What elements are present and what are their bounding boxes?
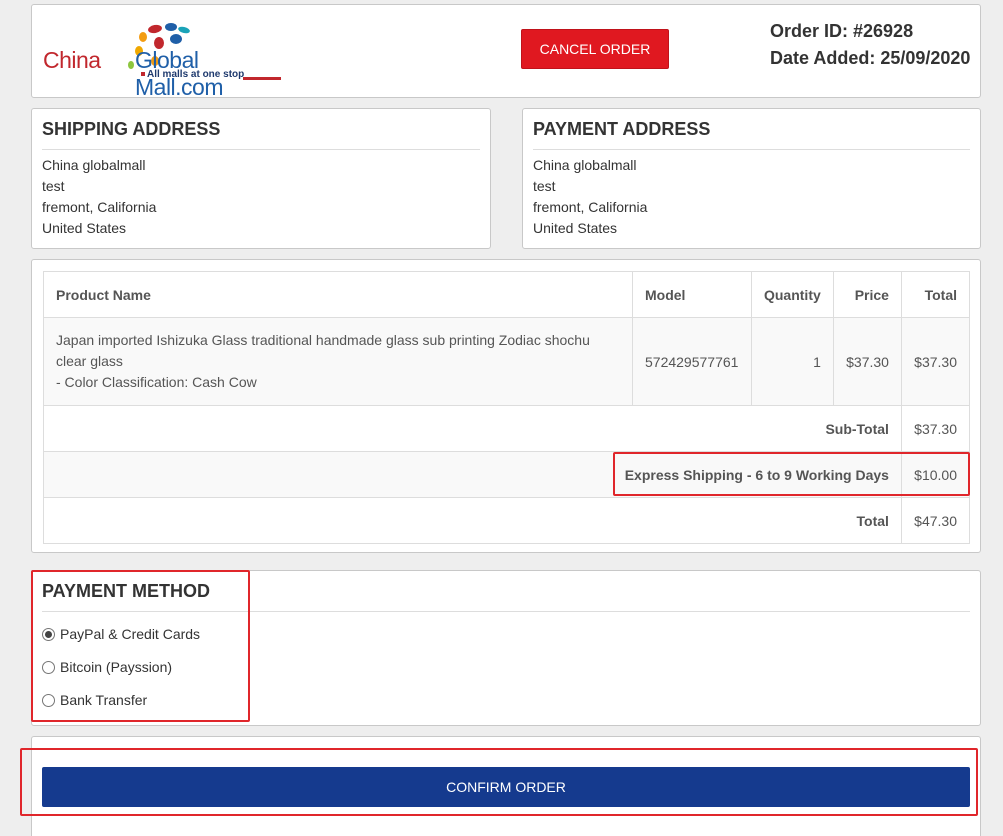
product-price: $37.30 bbox=[832, 317, 902, 406]
payment-method-title: PAYMENT METHOD bbox=[42, 581, 970, 612]
col-total: Total bbox=[900, 271, 971, 318]
shipping-row: Express Shipping - 6 to 9 Working Days $… bbox=[43, 451, 971, 498]
payment-address-line: fremont, California bbox=[533, 199, 648, 215]
shipping-address-lines: China globalmall test fremont, Californi… bbox=[42, 155, 156, 239]
product-quantity: 1 bbox=[750, 317, 834, 406]
order-header: China Global Mall.com All malls at one s… bbox=[31, 4, 981, 100]
payment-address-title: PAYMENT ADDRESS bbox=[533, 119, 970, 150]
order-info: Order ID: #26928 Date Added: 25/09/2020 bbox=[770, 18, 970, 72]
shipping-value: $10.00 bbox=[900, 451, 971, 498]
logo-tagline: All malls at one stop bbox=[141, 69, 244, 80]
payment-address-line: test bbox=[533, 178, 556, 194]
paypal-radio[interactable] bbox=[42, 627, 55, 641]
product-name-cell: Japan imported Ishizuka Glass traditiona… bbox=[43, 317, 633, 406]
date-added: Date Added: 25/09/2020 bbox=[770, 48, 971, 68]
table-header-row: Product Name Model Quantity Price Total bbox=[43, 271, 971, 318]
payment-method-box: PAYMENT METHOD PayPal & Credit Cards Bit… bbox=[31, 570, 981, 726]
col-model: Model bbox=[632, 271, 752, 318]
payment-option-bank-transfer[interactable]: Bank Transfer bbox=[42, 692, 147, 708]
payment-option-label: Bitcoin (Payssion) bbox=[60, 659, 173, 675]
shipping-address-line: United States bbox=[42, 220, 127, 236]
payment-address-lines: China globalmall test fremont, Californi… bbox=[533, 155, 647, 239]
shipping-address-line: test bbox=[42, 178, 65, 194]
shipping-label: Express Shipping - 6 to 9 Working Days bbox=[43, 451, 902, 498]
total-value: $47.30 bbox=[900, 497, 971, 544]
china-global-mall-logo[interactable]: China Global Mall.com All malls at one s… bbox=[43, 19, 283, 100]
table-row: Japan imported Ishizuka Glass traditiona… bbox=[43, 317, 971, 406]
order-products-panel: Product Name Model Quantity Price Total … bbox=[31, 259, 981, 553]
product-name: Japan imported Ishizuka Glass traditiona… bbox=[56, 332, 590, 369]
confirm-order-button[interactable]: CONFIRM ORDER bbox=[42, 767, 970, 807]
confirm-order-panel: CONFIRM ORDER bbox=[31, 736, 981, 836]
order-products-table: Product Name Model Quantity Price Total … bbox=[43, 271, 971, 544]
payment-option-label: PayPal & Credit Cards bbox=[60, 626, 201, 642]
col-quantity: Quantity bbox=[750, 271, 834, 318]
payment-option-paypal[interactable]: PayPal & Credit Cards bbox=[42, 626, 200, 642]
shipping-address-line: China globalmall bbox=[42, 157, 146, 173]
order-id: Order ID: #26928 bbox=[770, 21, 914, 41]
col-price: Price bbox=[832, 271, 902, 318]
subtotal-label: Sub-Total bbox=[43, 405, 902, 452]
logo-text-china: China bbox=[43, 47, 101, 73]
payment-address-line: United States bbox=[533, 220, 618, 236]
total-label: Total bbox=[43, 497, 902, 544]
subtotal-value: $37.30 bbox=[900, 405, 971, 452]
shipping-address-title: SHIPPING ADDRESS bbox=[42, 119, 480, 150]
total-row: Total $47.30 bbox=[43, 497, 971, 544]
bank-transfer-radio[interactable] bbox=[42, 693, 55, 707]
payment-address-line: China globalmall bbox=[533, 157, 637, 173]
shipping-address-line: fremont, California bbox=[42, 199, 157, 215]
product-option: - Color Classification: Cash Cow bbox=[56, 374, 257, 390]
cancel-order-button[interactable]: CANCEL ORDER bbox=[521, 29, 669, 69]
payment-address-box: PAYMENT ADDRESS China globalmall test fr… bbox=[522, 108, 981, 249]
product-model: 572429577761 bbox=[632, 317, 752, 406]
payment-option-bitcoin[interactable]: Bitcoin (Payssion) bbox=[42, 659, 172, 675]
logo-underline bbox=[243, 77, 281, 80]
bitcoin-radio[interactable] bbox=[42, 660, 55, 674]
col-product-name: Product Name bbox=[43, 271, 633, 318]
shipping-address-box: SHIPPING ADDRESS China globalmall test f… bbox=[31, 108, 491, 249]
product-total: $37.30 bbox=[900, 317, 971, 406]
payment-option-label: Bank Transfer bbox=[60, 692, 148, 708]
subtotal-row: Sub-Total $37.30 bbox=[43, 405, 971, 452]
